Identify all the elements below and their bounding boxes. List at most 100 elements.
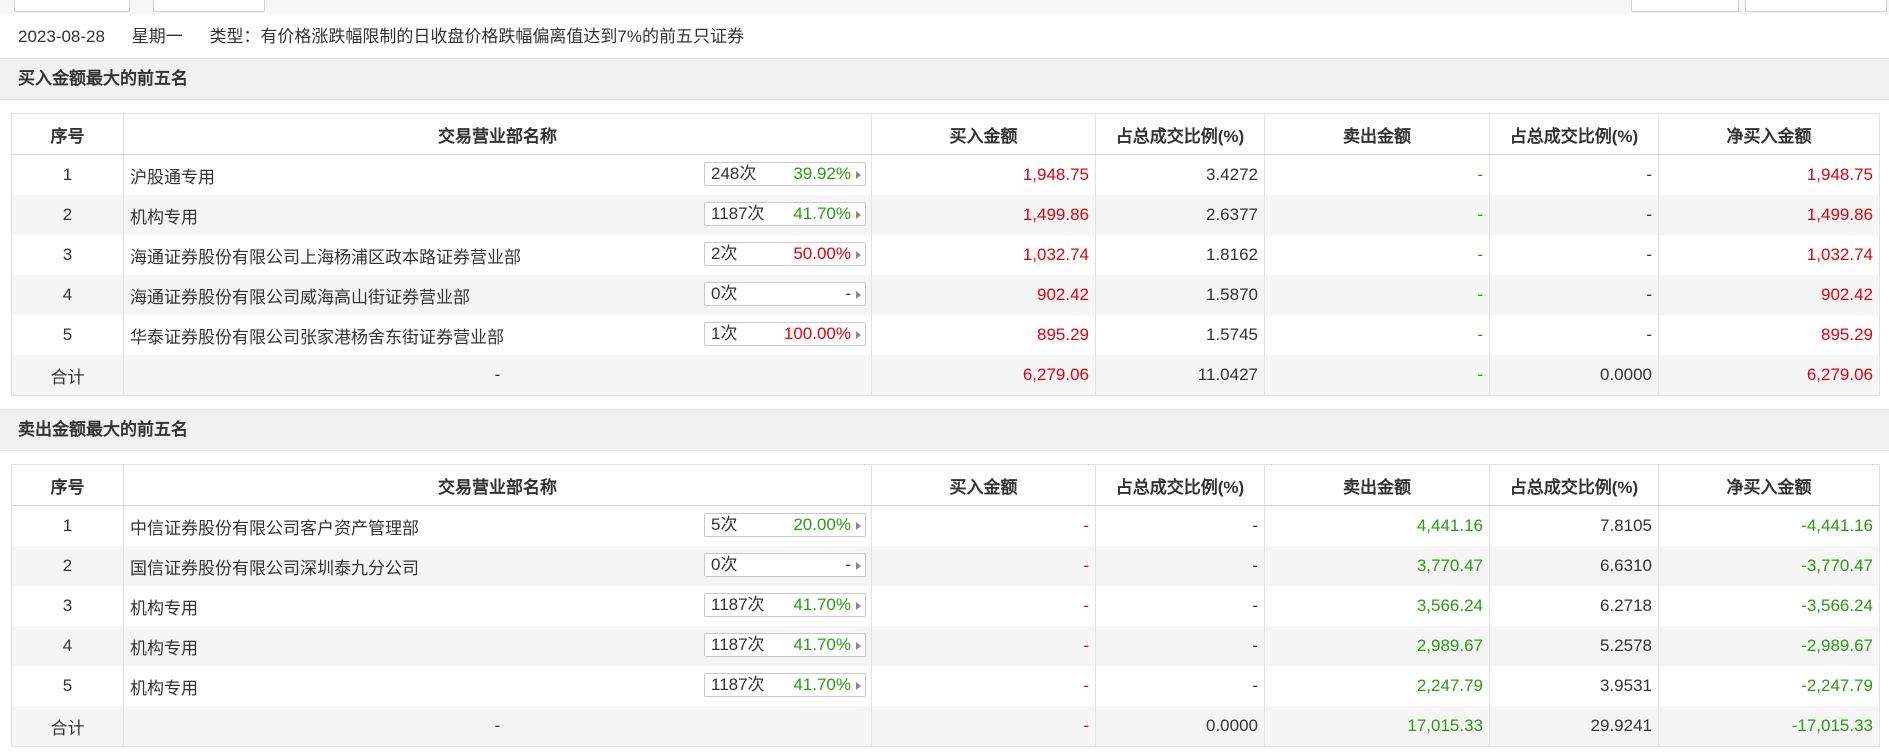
buy-amount: 895.29 xyxy=(871,315,1096,355)
net-amount: 1,032.74 xyxy=(1658,235,1880,275)
arrow-right-icon[interactable] xyxy=(856,642,861,650)
total-row: 合计 - -0.0000 17,015.33 29.9241 -17,015.33 xyxy=(11,706,1880,747)
col-header[interactable]: 净买入金额 xyxy=(1658,464,1880,506)
broker-stat-box[interactable]: 5次 20.00% xyxy=(704,513,866,537)
broker-stat-box[interactable]: 1187次 41.70% xyxy=(704,202,866,226)
table-row: 1 沪股通专用 248次 39.92% 1,948.75 3.4272- -1,948.75 xyxy=(11,154,1880,195)
table-row: 1 中信证券股份有限公司客户资产管理部 5次 20.00% - -4,441.16 7.81… xyxy=(11,505,1880,546)
appearance-count: 1187次 xyxy=(711,204,765,223)
broker-name-cell[interactable]: 机构专用 1187次 41.70% xyxy=(123,626,872,666)
sell-table: 序号 交易营业部名称 买入金额 占总成交比例(%) 卖出金额 占总成交比例(%)… xyxy=(11,464,1880,747)
appearance-count: 0次 xyxy=(711,284,738,303)
buy-ratio: - xyxy=(1095,586,1265,626)
broker-stat-box[interactable]: 248次 39.92% xyxy=(704,162,866,186)
broker-name[interactable]: 海通证券股份有限公司上海杨浦区政本路证券营业部 xyxy=(130,248,521,267)
arrow-right-icon[interactable] xyxy=(856,331,861,339)
buy-table: 序号 交易营业部名称 买入金额 占总成交比例(%) 卖出金额 占总成交比例(%)… xyxy=(11,113,1880,396)
broker-name-cell[interactable]: 沪股通专用 248次 39.92% xyxy=(123,154,872,195)
arrow-right-icon[interactable] xyxy=(856,291,861,299)
toolbar-button[interactable] xyxy=(1631,0,1739,12)
win-rate: 20.00% xyxy=(793,515,851,534)
broker-stat-box[interactable]: 1187次 41.70% xyxy=(704,593,866,617)
arrow-right-icon[interactable] xyxy=(856,602,861,610)
trade-date: 2023-08-28 xyxy=(18,27,105,46)
col-header[interactable]: 占总成交比例(%) xyxy=(1095,113,1265,155)
buy-section-header: 买入金额最大的前五名 xyxy=(0,58,1889,100)
buy-ratio: 1.8162 xyxy=(1095,235,1265,275)
sell-amount: 4,441.16 xyxy=(1264,505,1490,546)
broker-name[interactable]: 机构专用 xyxy=(130,639,198,658)
toolbar-button[interactable] xyxy=(1745,0,1887,12)
col-header[interactable]: 净买入金额 xyxy=(1658,113,1880,155)
sell-ratio: 6.2718 xyxy=(1489,586,1659,626)
broker-name-cell[interactable]: 机构专用 1187次 41.70% xyxy=(123,195,872,235)
broker-stat-box[interactable]: 2次 50.00% xyxy=(704,242,866,266)
sell-ratio: - xyxy=(1489,235,1659,275)
win-rate: 39.92% xyxy=(793,164,851,183)
col-header[interactable]: 卖出金额 xyxy=(1264,113,1490,155)
broker-name-cell[interactable]: 机构专用 1187次 41.70% xyxy=(123,586,872,626)
table-header-row: 序号 交易营业部名称 买入金额 占总成交比例(%) 卖出金额 占总成交比例(%)… xyxy=(11,464,1880,506)
arrow-right-icon[interactable] xyxy=(856,682,861,690)
col-header[interactable]: 卖出金额 xyxy=(1264,464,1490,506)
broker-name-cell[interactable]: 中信证券股份有限公司客户资产管理部 5次 20.00% xyxy=(123,505,872,546)
total-name: - xyxy=(123,355,872,396)
broker-name[interactable]: 机构专用 xyxy=(130,599,198,618)
date-select[interactable] xyxy=(14,0,130,12)
total-buy-ratio: 0.0000 xyxy=(1095,706,1265,747)
broker-name-cell[interactable]: 国信证券股份有限公司深圳泰九分公司 0次 - xyxy=(123,546,872,586)
win-rate: 41.70% xyxy=(793,204,851,223)
sell-amount: - xyxy=(1264,154,1490,195)
broker-name[interactable]: 国信证券股份有限公司深圳泰九分公司 xyxy=(130,559,419,578)
win-rate: 100.00% xyxy=(783,324,851,343)
buy-amount: 1,948.75 xyxy=(871,154,1096,195)
broker-stat-box[interactable]: 1次 100.00% xyxy=(704,322,866,346)
table-row: 5 华泰证券股份有限公司张家港杨舍东街证券营业部 1次 100.00% 895.29 1.… xyxy=(11,315,1880,355)
total-sell-ratio: 29.9241 xyxy=(1489,706,1659,747)
table-row: 2 国信证券股份有限公司深圳泰九分公司 0次 - - -3,770.47 6.6310 -3,… xyxy=(11,546,1880,586)
broker-name-cell[interactable]: 华泰证券股份有限公司张家港杨舍东街证券营业部 1次 100.00% xyxy=(123,315,872,355)
broker-stat-box[interactable]: 0次 - xyxy=(704,282,866,306)
sell-ratio: 6.6310 xyxy=(1489,546,1659,586)
broker-name[interactable]: 沪股通专用 xyxy=(130,168,215,187)
sell-section-title: 卖出金额最大的前五名 xyxy=(18,420,188,439)
sell-amount: - xyxy=(1264,315,1490,355)
col-header[interactable]: 占总成交比例(%) xyxy=(1095,464,1265,506)
broker-name-cell[interactable]: 海通证券股份有限公司上海杨浦区政本路证券营业部 2次 50.00% xyxy=(123,235,872,275)
col-header[interactable]: 占总成交比例(%) xyxy=(1489,464,1659,506)
broker-stat-box[interactable]: 0次 - xyxy=(704,553,866,577)
arrow-right-icon[interactable] xyxy=(856,522,861,530)
broker-name-cell[interactable]: 机构专用 1187次 41.70% xyxy=(123,666,872,706)
total-buy: 6,279.06 xyxy=(871,355,1096,396)
broker-name[interactable]: 机构专用 xyxy=(130,208,198,227)
type-select[interactable] xyxy=(153,0,265,12)
broker-name[interactable]: 海通证券股份有限公司威海高山街证券营业部 xyxy=(130,288,470,307)
arrow-right-icon[interactable] xyxy=(856,211,861,219)
broker-stat-box[interactable]: 1187次 41.70% xyxy=(704,673,866,697)
buy-ratio: 3.4272 xyxy=(1095,154,1265,195)
broker-name[interactable]: 机构专用 xyxy=(130,679,198,698)
col-header[interactable]: 占总成交比例(%) xyxy=(1489,113,1659,155)
buy-ratio: 1.5745 xyxy=(1095,315,1265,355)
net-amount: -2,989.67 xyxy=(1658,626,1880,666)
sell-ratio: 3.9531 xyxy=(1489,666,1659,706)
arrow-right-icon[interactable] xyxy=(856,562,861,570)
broker-name[interactable]: 中信证券股份有限公司客户资产管理部 xyxy=(130,519,419,538)
list-type: 类型：有价格涨跌幅限制的日收盘价格跌幅偏离值达到7%的前五只证券 xyxy=(209,27,745,46)
col-header[interactable]: 买入金额 xyxy=(871,113,1096,155)
broker-name-cell[interactable]: 海通证券股份有限公司威海高山街证券营业部 0次 - xyxy=(123,275,872,315)
arrow-right-icon[interactable] xyxy=(856,251,861,259)
appearance-count: 0次 xyxy=(711,555,738,574)
buy-amount: 902.42 xyxy=(871,275,1096,315)
appearance-count: 2次 xyxy=(711,244,738,263)
arrow-right-icon[interactable] xyxy=(856,171,861,179)
buy-amount: - xyxy=(871,626,1096,666)
row-index: 2 xyxy=(11,546,124,586)
sell-amount: 2,989.67 xyxy=(1264,626,1490,666)
col-header[interactable]: 买入金额 xyxy=(871,464,1096,506)
col-header: 序号 xyxy=(11,464,124,506)
total-sell: 17,015.33 xyxy=(1264,706,1490,747)
broker-name[interactable]: 华泰证券股份有限公司张家港杨舍东街证券营业部 xyxy=(130,328,504,347)
total-sell: - xyxy=(1264,355,1490,396)
broker-stat-box[interactable]: 1187次 41.70% xyxy=(704,633,866,657)
